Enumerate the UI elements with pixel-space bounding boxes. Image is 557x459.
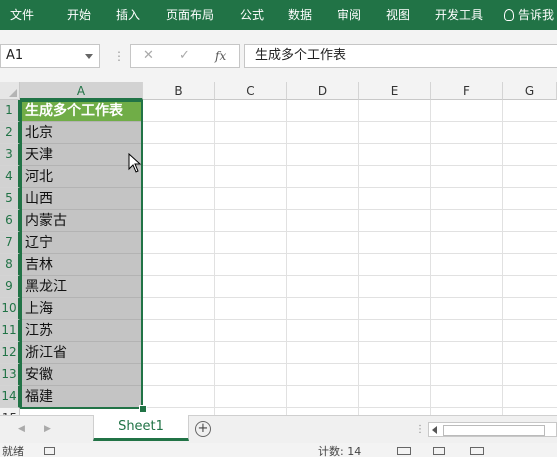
horizontal-scrollbar[interactable] [428,422,557,437]
column-header-e[interactable]: E [359,82,431,100]
row-header[interactable]: 4 [0,166,20,188]
grid-vline [214,100,215,415]
page-break-view-icon[interactable] [470,447,484,455]
scroll-left-icon[interactable]: ◀ [18,424,25,434]
column-header-c[interactable]: C [215,82,287,100]
row-header[interactable]: 14 [0,386,20,408]
name-box[interactable]: A1 [0,44,100,68]
row-header[interactable]: 15 [0,408,20,415]
grid-vline [430,100,431,415]
select-all-corner[interactable] [0,82,20,100]
row-header[interactable]: 6 [0,210,20,232]
macro-record-icon[interactable] [44,447,55,455]
tab-insert[interactable]: 插入 [116,0,140,30]
column-header-b[interactable]: B [143,82,215,100]
row-header[interactable]: 13 [0,364,20,386]
row-header[interactable]: 9 [0,276,20,298]
tab-developer[interactable]: 开发工具 [435,0,483,30]
grid-vline [286,100,287,415]
column-header-g[interactable]: G [503,82,557,100]
tell-me-label: 告诉我 [518,8,555,22]
tab-split-grip-icon[interactable]: ⋮ [415,424,425,435]
tab-file[interactable]: 文件 [10,0,34,30]
tell-me-search[interactable]: 告诉我 [504,0,554,30]
scrollbar-thumb[interactable] [443,425,545,436]
cancel-icon[interactable]: ✕ [143,45,154,67]
grid-vline [502,100,503,415]
selection-border [20,100,143,409]
row-header[interactable]: 5 [0,188,20,210]
scroll-arrow-left-icon[interactable] [432,426,437,434]
sheet-tab-bar: ◀ ▶ Sheet1 + ⋮ [0,415,557,443]
fill-handle[interactable] [139,405,147,413]
row-header[interactable]: 7 [0,232,20,254]
tab-home[interactable]: 开始 [67,0,91,30]
row-header[interactable]: 12 [0,342,20,364]
formula-input[interactable]: 生成多个工作表 [244,44,557,68]
column-header-f[interactable]: F [431,82,503,100]
row-header[interactable]: 11 [0,320,20,342]
status-bar: 就绪 计数: 14 [0,443,557,458]
chevron-down-icon[interactable] [85,54,93,59]
scroll-right-icon[interactable]: ▶ [44,424,51,434]
column-header-d[interactable]: D [287,82,359,100]
mouse-pointer-icon [128,153,142,173]
tab-page-layout[interactable]: 页面布局 [166,0,214,30]
grid-vline [358,100,359,415]
ribbon-tabs-bar: 文件 开始 插入 页面布局 公式 数据 审阅 视图 开发工具 告诉我 [0,0,557,30]
formula-bar-grip-icon[interactable]: ⋮ [113,50,125,62]
row-header[interactable]: 1 [0,100,20,122]
tab-review[interactable]: 审阅 [337,0,361,30]
tab-data[interactable]: 数据 [288,0,312,30]
page-layout-view-icon[interactable] [433,447,445,455]
add-sheet-icon[interactable]: + [195,421,211,437]
name-box-value: A1 [6,48,24,63]
enter-icon[interactable]: ✓ [179,45,190,67]
formula-buttons: ✕ ✓ fx [130,44,240,68]
row-header[interactable]: 10 [0,298,20,320]
column-header-a[interactable]: A [20,82,143,100]
tab-formulas[interactable]: 公式 [240,0,264,30]
worksheet-grid[interactable]: A B C D E F G 1 2 3 4 5 6 7 8 9 10 11 12… [0,82,557,415]
row-header[interactable]: 8 [0,254,20,276]
tab-view[interactable]: 视图 [386,0,410,30]
lightbulb-icon [504,8,514,21]
sheet-tab-sheet1[interactable]: Sheet1 [93,415,189,441]
normal-view-icon[interactable] [397,447,411,455]
row-header[interactable]: 3 [0,144,20,166]
insert-function-icon[interactable]: fx [215,45,226,67]
formula-bar: A1 ⋮ ✕ ✓ fx 生成多个工作表 [0,30,557,82]
row-header[interactable]: 2 [0,122,20,144]
